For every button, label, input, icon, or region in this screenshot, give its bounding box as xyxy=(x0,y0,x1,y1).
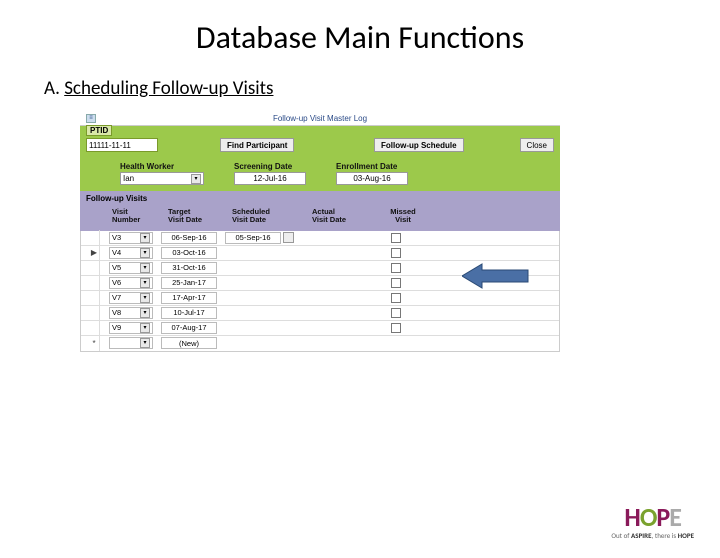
row-separator xyxy=(99,275,109,290)
visit-number-cell[interactable]: V6▾ xyxy=(109,277,153,289)
scheduled-date-wrap: 05-Sep-16 xyxy=(225,232,305,244)
table-row[interactable]: V6▾ 25-Jan-17 xyxy=(81,276,559,291)
window-titlebar: ≡ Follow-up Visit Master Log xyxy=(80,112,560,126)
hope-logo: HOPE Out of ASPIRE, there is HOPE xyxy=(611,501,694,540)
target-date-cell: 17-Apr-17 xyxy=(161,292,217,304)
followup-visits-header: Follow-up Visits xyxy=(80,191,560,206)
missed-visit-checkbox[interactable] xyxy=(391,293,401,303)
col-visit-number: VisitNumber xyxy=(112,208,168,225)
target-date-cell: 25-Jan-17 xyxy=(161,277,217,289)
visits-table-body: V3▾ 06-Sep-16 05-Sep-16 ▶ V4▾ 03-Oct-16 V5▾ 31-… xyxy=(80,231,560,352)
slide-subtitle: A. Scheduling Follow-up Visits xyxy=(44,77,720,100)
chevron-down-icon[interactable]: ▾ xyxy=(140,308,150,318)
table-row[interactable]: V5▾ 31-Oct-16 xyxy=(81,261,559,276)
chevron-down-icon[interactable]: ▾ xyxy=(140,263,150,273)
chevron-down-icon[interactable]: ▾ xyxy=(140,293,150,303)
enrollment-date-field: 03-Aug-16 xyxy=(336,172,408,185)
row-marker: ▶ xyxy=(89,248,99,257)
screening-date-label: Screening Date xyxy=(234,162,306,171)
table-row[interactable]: ▶ V4▾ 03-Oct-16 xyxy=(81,246,559,261)
search-bar: Find Participant Follow-up Schedule Clos… xyxy=(80,126,560,156)
ptid-input[interactable] xyxy=(86,138,158,152)
scheduled-date-cell[interactable]: 05-Sep-16 xyxy=(225,232,281,244)
row-separator xyxy=(99,230,109,245)
chevron-down-icon[interactable]: ▾ xyxy=(140,233,150,243)
close-button[interactable]: Close xyxy=(520,138,554,152)
missed-visit-wrap xyxy=(375,263,417,273)
table-column-headers: VisitNumber TargetVisit Date ScheduledVi… xyxy=(80,206,560,231)
missed-visit-wrap xyxy=(375,308,417,318)
participant-info-bar: Health Worker Ian ▾ Screening Date 12-Ju… xyxy=(80,156,560,191)
row-separator xyxy=(99,336,109,351)
window-menu-icon[interactable]: ≡ xyxy=(86,114,96,123)
missed-visit-wrap xyxy=(375,293,417,303)
col-scheduled-date: ScheduledVisit Date xyxy=(232,208,312,225)
missed-visit-wrap xyxy=(375,323,417,333)
table-row[interactable]: * ▾ (New) xyxy=(81,336,559,351)
visit-number-cell[interactable]: V7▾ xyxy=(109,292,153,304)
screening-date-field: 12-Jul-16 xyxy=(234,172,306,185)
chevron-down-icon[interactable]: ▾ xyxy=(140,278,150,288)
subtitle-prefix: A. xyxy=(44,77,64,100)
chevron-down-icon[interactable]: ▾ xyxy=(191,174,201,184)
followup-schedule-button[interactable]: Follow-up Schedule xyxy=(374,138,464,152)
table-row[interactable]: V8▾ 10-Jul-17 xyxy=(81,306,559,321)
missed-visit-wrap xyxy=(375,233,417,243)
window-title: Follow-up Visit Master Log xyxy=(273,114,367,123)
target-date-cell: 31-Oct-16 xyxy=(161,262,217,274)
target-date-cell: (New) xyxy=(161,337,217,349)
visit-number-cell[interactable]: V3▾ xyxy=(109,232,153,244)
missed-visit-checkbox[interactable] xyxy=(391,278,401,288)
database-window: ≡ Follow-up Visit Master Log PTID Find P… xyxy=(80,112,560,352)
date-picker-button[interactable] xyxy=(283,232,294,243)
chevron-down-icon[interactable]: ▾ xyxy=(140,323,150,333)
health-worker-value: Ian xyxy=(123,174,134,183)
missed-visit-checkbox[interactable] xyxy=(391,323,401,333)
row-separator xyxy=(99,305,109,320)
target-date-cell: 10-Jul-17 xyxy=(161,307,217,319)
visit-number-cell[interactable]: V4▾ xyxy=(109,247,153,259)
logo-wordmark: HOPE xyxy=(611,501,694,533)
enrollment-date-label: Enrollment Date xyxy=(336,162,408,171)
slide-title: Database Main Functions xyxy=(0,18,720,57)
visit-number-cell[interactable]: V8▾ xyxy=(109,307,153,319)
table-row[interactable]: V7▾ 17-Apr-17 xyxy=(81,291,559,306)
ptid-label: PTID xyxy=(86,125,112,136)
target-date-cell: 07-Aug-17 xyxy=(161,322,217,334)
col-actual-date: ActualVisit Date xyxy=(312,208,382,225)
table-row[interactable]: V3▾ 06-Sep-16 05-Sep-16 xyxy=(81,231,559,246)
row-separator xyxy=(99,320,109,335)
health-worker-label: Health Worker xyxy=(120,162,204,171)
missed-visit-checkbox[interactable] xyxy=(391,233,401,243)
col-missed-visit: MissedVisit xyxy=(382,208,424,225)
health-worker-select[interactable]: Ian ▾ xyxy=(120,172,204,185)
chevron-down-icon[interactable]: ▾ xyxy=(140,338,150,348)
missed-visit-wrap xyxy=(375,278,417,288)
subtitle-link: Scheduling Follow-up Visits xyxy=(64,77,273,100)
chevron-down-icon[interactable]: ▾ xyxy=(140,248,150,258)
target-date-cell: 03-Oct-16 xyxy=(161,247,217,259)
table-row[interactable]: V9▾ 07-Aug-17 xyxy=(81,321,559,336)
missed-visit-checkbox[interactable] xyxy=(391,308,401,318)
missed-visit-wrap xyxy=(375,248,417,258)
visit-number-cell[interactable]: V5▾ xyxy=(109,262,153,274)
row-separator xyxy=(99,290,109,305)
col-target-date: TargetVisit Date xyxy=(168,208,232,225)
find-participant-button[interactable]: Find Participant xyxy=(220,138,294,152)
missed-visit-checkbox[interactable] xyxy=(391,248,401,258)
missed-visit-checkbox[interactable] xyxy=(391,263,401,273)
row-separator xyxy=(99,260,109,275)
visit-number-cell[interactable]: ▾ xyxy=(109,337,153,349)
row-marker: * xyxy=(89,339,99,348)
target-date-cell: 06-Sep-16 xyxy=(161,232,217,244)
row-separator xyxy=(99,245,109,260)
visit-number-cell[interactable]: V9▾ xyxy=(109,322,153,334)
